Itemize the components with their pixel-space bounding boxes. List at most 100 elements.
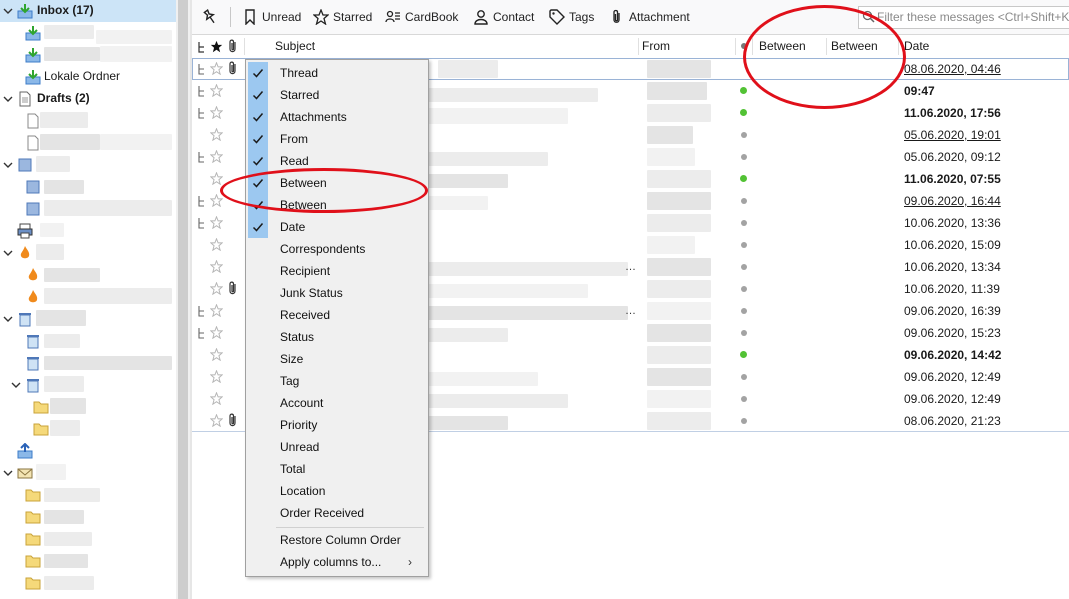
folder-pane-scrollbar[interactable]: [176, 0, 190, 599]
read-status-dot[interactable]: [741, 132, 747, 138]
star-toggle-icon[interactable]: [210, 370, 223, 383]
folder-row[interactable]: [0, 440, 176, 462]
menu-item-column[interactable]: Unread: [246, 436, 428, 458]
star-toggle-icon[interactable]: [210, 392, 223, 405]
folder-row[interactable]: [0, 264, 176, 286]
menu-item-column[interactable]: Status: [246, 326, 428, 348]
folder-row[interactable]: [0, 22, 176, 44]
folder-row[interactable]: [0, 176, 176, 198]
menu-item-column[interactable]: Account: [246, 392, 428, 414]
folder-row[interactable]: [0, 396, 176, 418]
starred-column-icon[interactable]: [210, 40, 223, 53]
folder-row[interactable]: [0, 330, 176, 352]
thread-column-icon[interactable]: [198, 41, 207, 53]
unread-status-dot[interactable]: [740, 351, 747, 358]
folder-row[interactable]: [0, 418, 176, 440]
filter-contact-button[interactable]: Contact: [473, 8, 534, 26]
folder-drafts[interactable]: Drafts (2): [0, 88, 176, 110]
star-toggle-icon[interactable]: [210, 282, 223, 295]
folder-row[interactable]: [0, 352, 176, 374]
menu-item-column[interactable]: Correspondents: [246, 238, 428, 260]
folder-row[interactable]: [0, 462, 176, 484]
menu-item-column[interactable]: Received: [246, 304, 428, 326]
menu-item-column[interactable]: Tag: [246, 370, 428, 392]
read-status-dot[interactable]: [741, 198, 747, 204]
sticky-pin-button[interactable]: [202, 8, 218, 26]
column-header-subject[interactable]: Subject: [275, 35, 315, 58]
star-toggle-icon[interactable]: [210, 62, 223, 75]
star-toggle-icon[interactable]: [210, 348, 223, 361]
collapse-arrow-icon[interactable]: [3, 467, 13, 479]
folder-row[interactable]: [0, 506, 176, 528]
menu-item-column[interactable]: Location: [246, 480, 428, 502]
scrollbar-thumb[interactable]: [178, 0, 188, 599]
filter-cardbook-button[interactable]: CardBook: [385, 8, 458, 26]
column-header-from[interactable]: From: [642, 35, 670, 58]
unread-status-dot[interactable]: [740, 87, 747, 94]
star-toggle-icon[interactable]: [210, 84, 223, 97]
folder-row[interactable]: [0, 44, 176, 66]
read-status-dot[interactable]: [741, 264, 747, 270]
read-status-dot[interactable]: [741, 242, 747, 248]
read-status-dot[interactable]: [741, 154, 747, 160]
folder-row[interactable]: [0, 484, 176, 506]
star-toggle-icon[interactable]: [210, 238, 223, 251]
read-status-dot[interactable]: [741, 308, 747, 314]
folder-inbox[interactable]: Inbox (17): [0, 0, 176, 22]
read-status-dot[interactable]: [741, 220, 747, 226]
collapse-arrow-icon[interactable]: [3, 5, 13, 17]
collapse-arrow-icon[interactable]: [3, 93, 13, 105]
folder-row[interactable]: [0, 572, 176, 594]
menu-item-column[interactable]: From: [246, 128, 428, 150]
star-toggle-icon[interactable]: [210, 304, 223, 317]
folder-row[interactable]: [0, 308, 176, 330]
star-toggle-icon[interactable]: [210, 194, 223, 207]
unread-status-dot[interactable]: [740, 175, 747, 182]
star-toggle-icon[interactable]: [210, 326, 223, 339]
menu-item-column[interactable]: Size: [246, 348, 428, 370]
menu-item-apply-columns-to[interactable]: Apply columns to... ›: [246, 551, 428, 573]
filter-unread-button[interactable]: Unread: [242, 8, 301, 26]
collapse-arrow-icon[interactable]: [11, 379, 21, 391]
menu-item-column[interactable]: Recipient: [246, 260, 428, 282]
star-toggle-icon[interactable]: [210, 260, 223, 273]
collapse-arrow-icon[interactable]: [3, 247, 13, 259]
read-status-dot[interactable]: [741, 374, 747, 380]
folder-row[interactable]: [0, 242, 176, 264]
read-status-dot[interactable]: [741, 330, 747, 336]
menu-item-column[interactable]: Order Received: [246, 502, 428, 524]
unread-status-dot[interactable]: [740, 109, 747, 116]
star-toggle-icon[interactable]: [210, 150, 223, 163]
menu-item-column[interactable]: Date: [246, 216, 428, 238]
attachment-column-icon[interactable]: [228, 39, 238, 54]
collapse-arrow-icon[interactable]: [3, 159, 13, 171]
star-toggle-icon[interactable]: [210, 172, 223, 185]
menu-item-column[interactable]: Attachments: [246, 106, 428, 128]
menu-item-column[interactable]: Total: [246, 458, 428, 480]
menu-item-column[interactable]: Thread: [246, 62, 428, 84]
folder-row[interactable]: [0, 528, 176, 550]
filter-attachment-button[interactable]: Attachment: [609, 8, 690, 26]
collapse-arrow-icon[interactable]: [3, 313, 13, 325]
folder-row[interactable]: [0, 154, 176, 176]
filter-starred-button[interactable]: Starred: [313, 8, 372, 26]
read-status-dot[interactable]: [741, 418, 747, 424]
menu-item-column[interactable]: Junk Status: [246, 282, 428, 304]
folder-row[interactable]: [0, 198, 176, 220]
folder-row[interactable]: [0, 286, 176, 308]
read-status-dot[interactable]: [741, 286, 747, 292]
folder-row[interactable]: [0, 132, 176, 154]
menu-item-column[interactable]: Priority: [246, 414, 428, 436]
folder-row[interactable]: [0, 374, 176, 396]
folder-row[interactable]: [0, 110, 176, 132]
column-header-date[interactable]: Date: [904, 35, 929, 58]
star-toggle-icon[interactable]: [210, 414, 223, 427]
star-toggle-icon[interactable]: [210, 216, 223, 229]
menu-item-column[interactable]: Starred: [246, 84, 428, 106]
folder-local[interactable]: Lokale Ordner: [0, 66, 176, 88]
folder-row[interactable]: [0, 550, 176, 572]
read-status-dot[interactable]: [741, 396, 747, 402]
filter-tags-button[interactable]: Tags: [549, 8, 594, 26]
filter-messages-input[interactable]: [877, 8, 1069, 25]
star-toggle-icon[interactable]: [210, 128, 223, 141]
